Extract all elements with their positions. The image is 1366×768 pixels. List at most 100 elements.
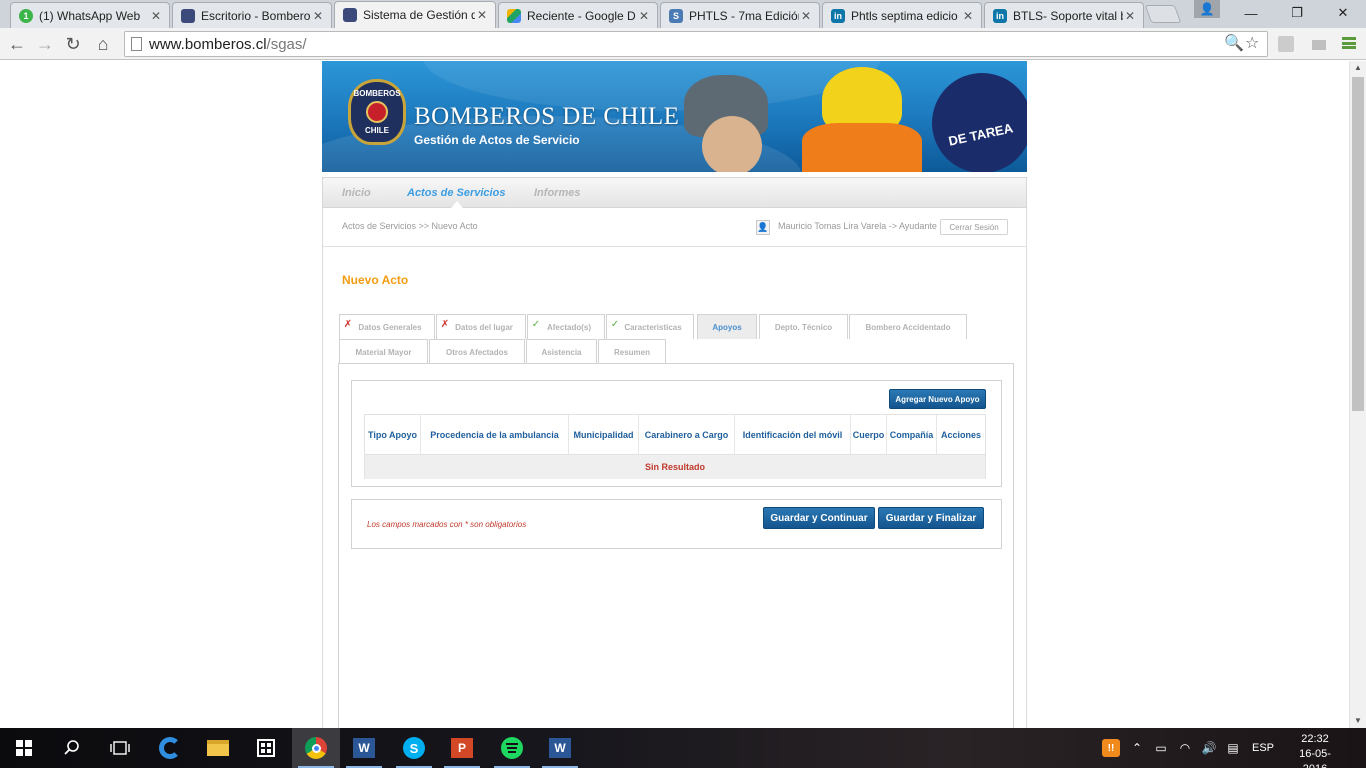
close-tab-icon[interactable]: ✕ <box>799 9 813 23</box>
add-apoyo-button[interactable]: Agregar Nuevo Apoyo <box>889 389 986 409</box>
column-header[interactable]: Carabinero a Cargo <box>639 415 735 455</box>
word-icon[interactable]: W <box>536 728 584 768</box>
notification-app-icon[interactable]: !! <box>1098 728 1124 768</box>
column-header[interactable]: Procedencia de la ambulancia <box>421 415 569 455</box>
show-hidden-icons-icon[interactable]: ⌃ <box>1126 728 1148 768</box>
clock-time: 22:32 <box>1301 733 1329 745</box>
slideshare-icon: S <box>669 8 683 23</box>
linkedin-icon: in <box>993 8 1007 23</box>
check-mark-icon: ✓ <box>610 319 620 330</box>
menu-item-actos-de-servicios[interactable]: Actos de Servicios <box>407 187 505 199</box>
bomberos-badge-icon <box>181 8 195 23</box>
extension-icon[interactable] <box>1278 36 1294 52</box>
scroll-up-icon[interactable]: ▲ <box>1350 61 1366 75</box>
extension-icon[interactable] <box>1312 40 1326 50</box>
powerpoint-icon[interactable]: P <box>438 728 486 768</box>
spotify-icon[interactable] <box>488 728 536 768</box>
skype-icon[interactable]: S <box>390 728 438 768</box>
tab-title: (1) WhatsApp Web <box>39 8 141 23</box>
browser-tab-linkedin-phtls[interactable]: in Phtls septima edicio ✕ <box>822 2 982 28</box>
browser-tab-escritorio[interactable]: Escritorio - Bombero ✕ <box>172 2 332 28</box>
address-bar[interactable]: www.bomberos.cl/sgas/ <box>124 31 1268 57</box>
input-language[interactable]: ESP <box>1248 728 1278 768</box>
tab-bombero-accidentado[interactable]: Bombero Accidentado <box>849 314 967 339</box>
browser-tab-linkedin-btls[interactable]: in BTLS- Soporte vital b ✕ <box>984 2 1144 28</box>
reload-icon[interactable]: ↻ <box>60 31 86 57</box>
forward-icon[interactable]: → <box>32 31 58 57</box>
new-tab-button[interactable] <box>1144 5 1182 23</box>
column-header[interactable]: Compañía <box>887 415 937 455</box>
close-tab-icon[interactable]: ✕ <box>149 9 163 23</box>
minimize-icon[interactable]: — <box>1228 0 1274 26</box>
start-button[interactable] <box>0 728 48 768</box>
home-icon[interactable]: ⌂ <box>90 31 116 57</box>
close-tab-icon[interactable]: ✕ <box>475 8 489 22</box>
task-view-icon[interactable] <box>96 728 144 768</box>
edge-browser-icon[interactable] <box>146 728 194 768</box>
column-header[interactable]: Municipalidad <box>569 415 639 455</box>
chrome-taskbar-icon[interactable] <box>292 728 340 768</box>
close-tab-icon[interactable]: ✕ <box>1123 9 1137 23</box>
tab-datos-del-lugar[interactable]: ✗ Datos del lugar <box>436 314 526 339</box>
column-header[interactable]: Tipo Apoyo <box>365 415 421 455</box>
browser-tab-google-drive[interactable]: Reciente - Google D ✕ <box>498 2 658 28</box>
back-icon[interactable]: ← <box>4 31 30 57</box>
browser-user-icon[interactable]: 👤 <box>1194 0 1220 18</box>
tab-datos-generales[interactable]: ✗ Datos Generales <box>339 314 435 339</box>
browser-tab-whatsapp[interactable]: 1 (1) WhatsApp Web ✕ <box>10 2 170 28</box>
browser-tab-phtls[interactable]: S PHTLS - 7ma Edición ✕ <box>660 2 820 28</box>
required-fields-note: Los campos marcados con * son obligatori… <box>367 520 527 529</box>
tab-otros-afectados[interactable]: Otros Afectados <box>429 339 525 364</box>
logout-button[interactable]: Cerrar Sesión <box>940 219 1008 235</box>
scroll-down-icon[interactable]: ▼ <box>1350 714 1366 728</box>
word-icon[interactable]: W <box>340 728 388 768</box>
tab-title: BTLS- Soporte vital b <box>1013 8 1123 23</box>
bomberos-logo: BOMBEROS CHILE <box>348 79 406 145</box>
save-finish-button[interactable]: Guardar y Finalizar <box>878 507 984 529</box>
system-clock[interactable]: 22:32 16-05-2016 <box>1288 732 1342 768</box>
menu-item-informes[interactable]: Informes <box>534 187 580 199</box>
page-scrollbar[interactable]: ▲ ▼ <box>1349 61 1366 728</box>
tab-material-mayor[interactable]: Material Mayor <box>339 339 428 364</box>
volume-icon[interactable]: 🔊 <box>1198 728 1220 768</box>
column-header[interactable]: Identificación del móvil <box>735 415 851 455</box>
tab-afectados[interactable]: ✓ Afectado(s) <box>527 314 605 339</box>
browser-tabstrip: 1 (1) WhatsApp Web ✕ Escritorio - Bomber… <box>0 0 1366 28</box>
apoyos-table: Tipo Apoyo Procedencia de la ambulancia … <box>364 414 986 479</box>
save-continue-button[interactable]: Guardar y Continuar <box>763 507 875 529</box>
main-menu: Inicio Actos de Servicios Informes <box>322 177 1027 208</box>
menu-item-inicio[interactable]: Inicio <box>342 187 371 199</box>
file-explorer-icon[interactable] <box>194 728 242 768</box>
search-icon[interactable] <box>48 728 96 768</box>
tab-apoyos[interactable]: Apoyos <box>697 314 757 339</box>
wifi-icon[interactable]: ◠ <box>1174 728 1196 768</box>
tab-title: Phtls septima edicio <box>851 8 958 23</box>
divider <box>323 246 1026 247</box>
column-header[interactable]: Cuerpo <box>851 415 887 455</box>
bookmark-star-icon[interactable]: ☆ <box>1245 33 1259 53</box>
tab-resumen[interactable]: Resumen <box>598 339 666 364</box>
table-header-row: Tipo Apoyo Procedencia de la ambulancia … <box>365 415 985 455</box>
scrollbar-thumb[interactable] <box>1352 77 1364 411</box>
close-window-icon[interactable]: ✕ <box>1320 0 1366 26</box>
check-mark-icon: ✓ <box>531 319 541 330</box>
tab-depto-tecnico[interactable]: Depto. Técnico <box>759 314 848 339</box>
column-header[interactable]: Acciones <box>937 415 985 455</box>
close-tab-icon[interactable]: ✕ <box>961 9 975 23</box>
browser-tab-sistema-gestion[interactable]: Sistema de Gestión d ✕ <box>334 1 496 28</box>
restore-icon[interactable]: ❐ <box>1274 0 1320 26</box>
close-tab-icon[interactable]: ✕ <box>637 9 651 23</box>
page-icon <box>131 37 142 51</box>
tab-asistencia[interactable]: Asistencia <box>526 339 597 364</box>
close-tab-icon[interactable]: ✕ <box>311 9 325 23</box>
browser-toolbar: ← → ↻ ⌂ www.bomberos.cl/sgas/ <box>0 28 1366 60</box>
firefighter-illustration <box>932 73 1027 172</box>
store-icon[interactable] <box>242 728 290 768</box>
firefighter-illustration <box>702 116 762 172</box>
tab-caracteristicas[interactable]: ✓ Caracteristicas <box>606 314 694 339</box>
logo-emblem-icon <box>366 101 388 123</box>
action-center-icon[interactable]: ▤ <box>1222 728 1244 768</box>
zoom-icon[interactable]: 🔍 <box>1224 33 1244 53</box>
chrome-menu-icon[interactable] <box>1342 37 1356 49</box>
battery-icon[interactable]: ▭ <box>1150 728 1172 768</box>
